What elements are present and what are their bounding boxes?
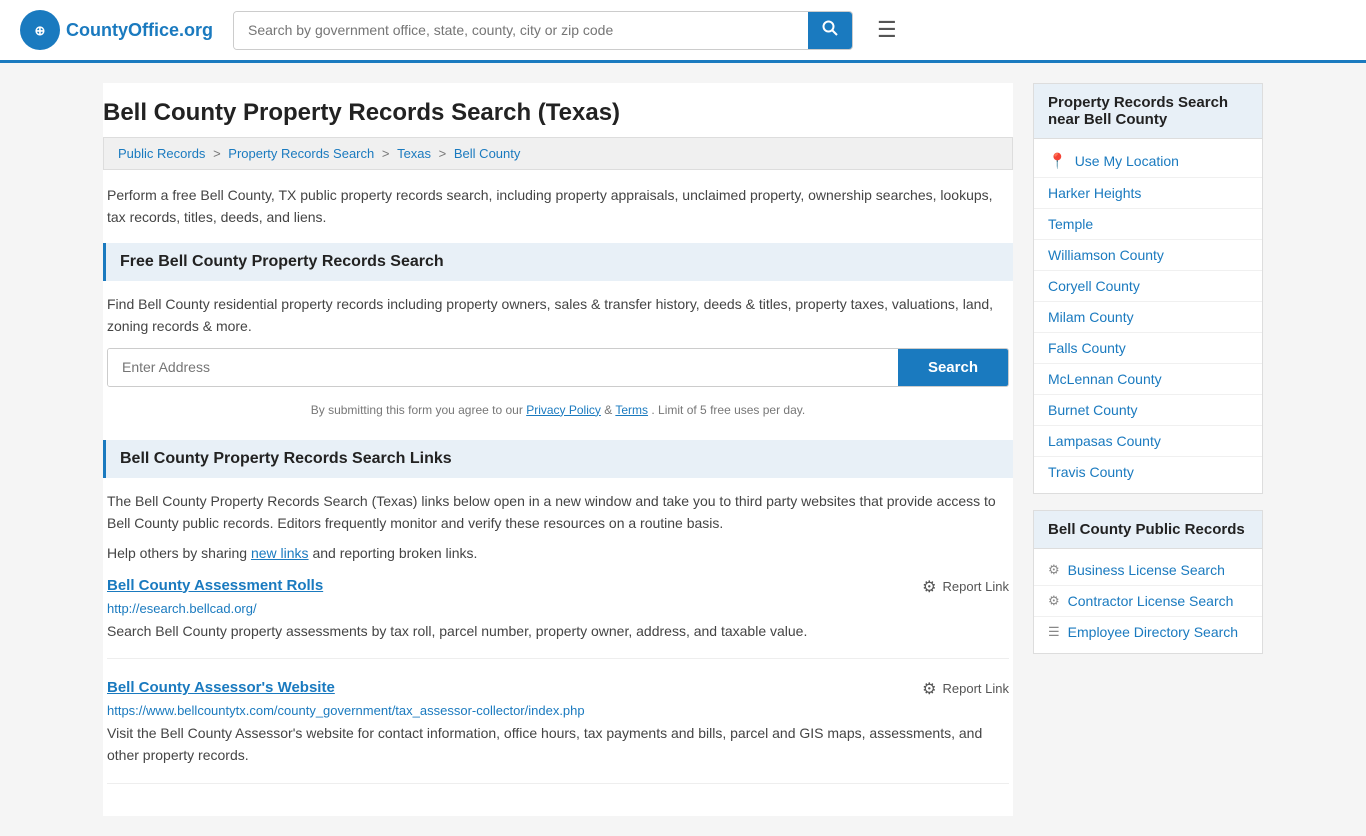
breadcrumb-texas[interactable]: Texas [397, 146, 431, 161]
nearby-link-mclennan-county[interactable]: McLennan County [1048, 371, 1162, 387]
contractor-license-icon: ⚙ [1048, 593, 1060, 609]
nearby-harker-heights[interactable]: Harker Heights [1034, 178, 1262, 209]
nearby-coryell-county[interactable]: Coryell County [1034, 271, 1262, 302]
links-description: The Bell County Property Records Search … [107, 490, 1009, 535]
nearby-link-coryell-county[interactable]: Coryell County [1048, 278, 1140, 294]
employee-directory-link[interactable]: Employee Directory Search [1068, 624, 1238, 640]
business-license-item[interactable]: ⚙ Business License Search [1034, 555, 1262, 586]
hamburger-menu-button[interactable]: ☰ [873, 13, 901, 47]
logo-text: CountyOffice.org [66, 20, 213, 41]
contractor-license-item[interactable]: ⚙ Contractor License Search [1034, 586, 1262, 617]
report-link-1[interactable]: ⚙ Report Link [922, 577, 1009, 597]
page-title: Bell County Property Records Search (Tex… [103, 83, 1013, 137]
record-assessment-rolls: Bell County Assessment Rolls ⚙ Report Li… [107, 577, 1009, 659]
svg-text:⊕: ⊕ [35, 23, 46, 38]
nearby-link-lampasas-county[interactable]: Lampasas County [1048, 433, 1161, 449]
nearby-falls-county[interactable]: Falls County [1034, 333, 1262, 364]
nearby-milam-county[interactable]: Milam County [1034, 302, 1262, 333]
address-input[interactable] [108, 349, 898, 386]
terms-link[interactable]: Terms [615, 403, 648, 417]
record-desc-1: Search Bell County property assessments … [107, 620, 1009, 642]
record-header-2: Bell County Assessor's Website ⚙ Report … [107, 679, 1009, 699]
business-license-icon: ⚙ [1048, 562, 1060, 578]
public-records-box: Bell County Public Records ⚙ Business Li… [1033, 510, 1263, 654]
address-form: Search [107, 348, 1009, 387]
free-search-description: Find Bell County residential property re… [107, 293, 1009, 338]
nearby-locations-heading: Property Records Search near Bell County [1034, 84, 1262, 139]
nearby-link-williamson-county[interactable]: Williamson County [1048, 247, 1164, 263]
report-icon-2: ⚙ [922, 679, 936, 699]
links-section-body: The Bell County Property Records Search … [103, 478, 1013, 816]
record-url-2[interactable]: https://www.bellcountytx.com/county_gove… [107, 703, 1009, 718]
nearby-link-burnet-county[interactable]: Burnet County [1048, 402, 1138, 418]
nearby-mclennan-county[interactable]: McLennan County [1034, 364, 1262, 395]
use-location-label[interactable]: Use My Location [1075, 153, 1179, 169]
header-search-bar [233, 11, 853, 50]
search-button[interactable]: Search [898, 349, 1008, 386]
nearby-locations-box: Property Records Search near Bell County… [1033, 83, 1263, 494]
public-records-heading: Bell County Public Records [1034, 511, 1262, 549]
record-title-1[interactable]: Bell County Assessment Rolls [107, 577, 323, 594]
logo[interactable]: ⊕ CountyOffice.org [20, 10, 213, 50]
free-search-body: Find Bell County residential property re… [103, 281, 1013, 440]
nearby-burnet-county[interactable]: Burnet County [1034, 395, 1262, 426]
logo-icon: ⊕ [20, 10, 60, 50]
form-disclaimer: By submitting this form you agree to our… [107, 397, 1009, 428]
new-links-note: Help others by sharing new links and rep… [107, 545, 1009, 561]
breadcrumb-property-records[interactable]: Property Records Search [228, 146, 374, 161]
free-search-heading: Free Bell County Property Records Search [103, 243, 1013, 281]
nearby-locations-list: 📍 Use My Location Harker Heights Temple … [1034, 139, 1262, 493]
main-content: Bell County Property Records Search (Tex… [103, 83, 1013, 816]
header-search-input[interactable] [234, 12, 808, 49]
nearby-link-temple[interactable]: Temple [1048, 216, 1093, 232]
header-search-button[interactable] [808, 12, 852, 49]
page-container: Bell County Property Records Search (Tex… [83, 63, 1283, 836]
employee-directory-icon: ☰ [1048, 624, 1060, 640]
nearby-link-harker-heights[interactable]: Harker Heights [1048, 185, 1141, 201]
nearby-williamson-county[interactable]: Williamson County [1034, 240, 1262, 271]
nearby-lampasas-county[interactable]: Lampasas County [1034, 426, 1262, 457]
page-description: Perform a free Bell County, TX public pr… [103, 170, 1013, 243]
nearby-link-milam-county[interactable]: Milam County [1048, 309, 1134, 325]
use-my-location-item[interactable]: 📍 Use My Location [1034, 145, 1262, 178]
breadcrumb: Public Records > Property Records Search… [103, 137, 1013, 170]
nearby-link-travis-county[interactable]: Travis County [1048, 464, 1134, 480]
breadcrumb-bell-county[interactable]: Bell County [454, 146, 520, 161]
report-link-2[interactable]: ⚙ Report Link [922, 679, 1009, 699]
contractor-license-link[interactable]: Contractor License Search [1068, 593, 1234, 609]
location-pin-icon: 📍 [1048, 152, 1067, 170]
links-section-heading: Bell County Property Records Search Link… [103, 440, 1013, 478]
nearby-link-falls-county[interactable]: Falls County [1048, 340, 1126, 356]
sidebar: Property Records Search near Bell County… [1033, 83, 1263, 816]
record-header-1: Bell County Assessment Rolls ⚙ Report Li… [107, 577, 1009, 597]
nearby-temple[interactable]: Temple [1034, 209, 1262, 240]
privacy-policy-link[interactable]: Privacy Policy [526, 403, 601, 417]
report-icon-1: ⚙ [922, 577, 936, 597]
public-records-list: ⚙ Business License Search ⚙ Contractor L… [1034, 549, 1262, 653]
record-url-1[interactable]: http://esearch.bellcad.org/ [107, 601, 1009, 616]
nearby-travis-county[interactable]: Travis County [1034, 457, 1262, 487]
breadcrumb-public-records[interactable]: Public Records [118, 146, 205, 161]
business-license-link[interactable]: Business License Search [1068, 562, 1225, 578]
employee-directory-item[interactable]: ☰ Employee Directory Search [1034, 617, 1262, 647]
record-title-2[interactable]: Bell County Assessor's Website [107, 679, 335, 696]
page-header: ⊕ CountyOffice.org ☰ [0, 0, 1366, 63]
new-links-anchor[interactable]: new links [251, 545, 309, 561]
record-desc-2: Visit the Bell County Assessor's website… [107, 722, 1009, 767]
